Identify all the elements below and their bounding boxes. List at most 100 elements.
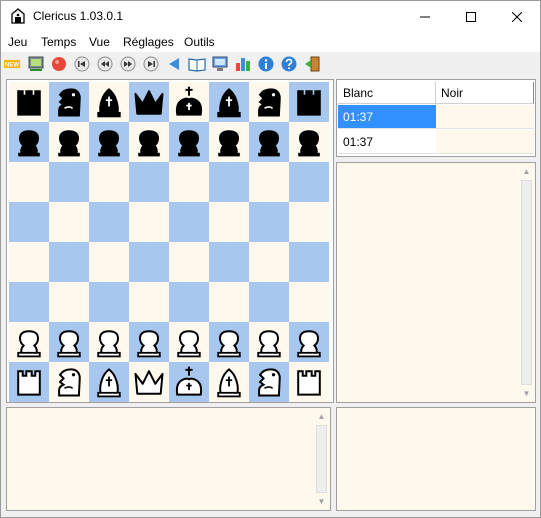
square-b2[interactable] bbox=[49, 322, 89, 362]
square-f8[interactable] bbox=[209, 82, 249, 122]
square-h1[interactable] bbox=[289, 362, 329, 402]
white-pawn-icon[interactable] bbox=[91, 324, 127, 360]
black-bishop-icon[interactable] bbox=[91, 84, 127, 120]
previous-move-button[interactable] bbox=[96, 55, 114, 73]
black-pawn-icon[interactable] bbox=[11, 124, 47, 160]
new-game-button[interactable]: NEW bbox=[3, 55, 21, 73]
stop-button[interactable] bbox=[50, 55, 68, 73]
square-e1[interactable] bbox=[169, 362, 209, 402]
menu-vue[interactable]: Vue bbox=[89, 35, 110, 49]
square-c6[interactable] bbox=[89, 162, 129, 202]
white-knight-icon[interactable] bbox=[251, 364, 287, 400]
square-e7[interactable] bbox=[169, 122, 209, 162]
white-pawn-icon[interactable] bbox=[251, 324, 287, 360]
scroll-down-arrow-icon[interactable]: ▼ bbox=[317, 497, 326, 506]
square-e4[interactable] bbox=[169, 242, 209, 282]
square-f6[interactable] bbox=[209, 162, 249, 202]
white-knight-icon[interactable] bbox=[51, 364, 87, 400]
square-f1[interactable] bbox=[209, 362, 249, 402]
black-pawn-icon[interactable] bbox=[91, 124, 127, 160]
switch-sides-button[interactable] bbox=[27, 55, 45, 73]
opening-book-button[interactable] bbox=[188, 55, 206, 73]
square-d8[interactable] bbox=[129, 82, 169, 122]
square-g7[interactable] bbox=[249, 122, 289, 162]
square-h2[interactable] bbox=[289, 322, 329, 362]
square-c2[interactable] bbox=[89, 322, 129, 362]
black-bishop-icon[interactable] bbox=[211, 84, 247, 120]
black-king-icon[interactable] bbox=[171, 84, 207, 120]
white-pawn-icon[interactable] bbox=[211, 324, 247, 360]
square-e6[interactable] bbox=[169, 162, 209, 202]
black-pawn-icon[interactable] bbox=[171, 124, 207, 160]
black-knight-icon[interactable] bbox=[251, 84, 287, 120]
help-button[interactable] bbox=[280, 55, 298, 73]
white-bishop-icon[interactable] bbox=[91, 364, 127, 400]
square-c1[interactable] bbox=[89, 362, 129, 402]
info-button[interactable] bbox=[257, 55, 275, 73]
square-b3[interactable] bbox=[49, 282, 89, 322]
square-g8[interactable] bbox=[249, 82, 289, 122]
clock-white-row-2[interactable]: 01:37 bbox=[338, 130, 436, 154]
square-d6[interactable] bbox=[129, 162, 169, 202]
scroll-up-arrow-icon[interactable]: ▲ bbox=[522, 167, 531, 176]
clock-black-row-1[interactable] bbox=[436, 105, 534, 129]
square-a3[interactable] bbox=[9, 282, 49, 322]
square-h7[interactable] bbox=[289, 122, 329, 162]
square-a8[interactable] bbox=[9, 82, 49, 122]
take-back-button[interactable] bbox=[165, 55, 183, 73]
square-h5[interactable] bbox=[289, 202, 329, 242]
info-panel[interactable] bbox=[336, 407, 536, 511]
square-a2[interactable] bbox=[9, 322, 49, 362]
analysis-panel[interactable]: ▲ ▼ bbox=[6, 407, 331, 511]
white-pawn-icon[interactable] bbox=[11, 324, 47, 360]
statistics-button[interactable] bbox=[234, 55, 252, 73]
square-h6[interactable] bbox=[289, 162, 329, 202]
white-queen-icon[interactable] bbox=[131, 364, 167, 400]
square-e8[interactable] bbox=[169, 82, 209, 122]
exit-button[interactable] bbox=[303, 55, 321, 73]
square-e3[interactable] bbox=[169, 282, 209, 322]
square-d5[interactable] bbox=[129, 202, 169, 242]
white-pawn-icon[interactable] bbox=[131, 324, 167, 360]
first-move-button[interactable] bbox=[73, 55, 91, 73]
black-pawn-icon[interactable] bbox=[291, 124, 327, 160]
square-f4[interactable] bbox=[209, 242, 249, 282]
white-bishop-icon[interactable] bbox=[211, 364, 247, 400]
square-b5[interactable] bbox=[49, 202, 89, 242]
square-f5[interactable] bbox=[209, 202, 249, 242]
square-f3[interactable] bbox=[209, 282, 249, 322]
square-g3[interactable] bbox=[249, 282, 289, 322]
square-a7[interactable] bbox=[9, 122, 49, 162]
square-a4[interactable] bbox=[9, 242, 49, 282]
black-pawn-icon[interactable] bbox=[131, 124, 167, 160]
black-knight-icon[interactable] bbox=[51, 84, 87, 120]
white-pawn-icon[interactable] bbox=[291, 324, 327, 360]
maximize-button[interactable] bbox=[448, 1, 494, 32]
black-rook-icon[interactable] bbox=[291, 84, 327, 120]
black-pawn-icon[interactable] bbox=[251, 124, 287, 160]
square-h4[interactable] bbox=[289, 242, 329, 282]
next-move-button[interactable] bbox=[119, 55, 137, 73]
black-queen-icon[interactable] bbox=[131, 84, 167, 120]
square-g6[interactable] bbox=[249, 162, 289, 202]
scroll-up-arrow-icon[interactable]: ▲ bbox=[317, 412, 326, 421]
column-header-noir[interactable]: Noir bbox=[436, 82, 534, 104]
column-header-blanc[interactable]: Blanc bbox=[338, 82, 436, 104]
white-pawn-icon[interactable] bbox=[171, 324, 207, 360]
square-c5[interactable] bbox=[89, 202, 129, 242]
square-b7[interactable] bbox=[49, 122, 89, 162]
square-a5[interactable] bbox=[9, 202, 49, 242]
square-b6[interactable] bbox=[49, 162, 89, 202]
square-a1[interactable] bbox=[9, 362, 49, 402]
scroll-thumb[interactable] bbox=[521, 180, 532, 385]
square-c3[interactable] bbox=[89, 282, 129, 322]
square-h8[interactable] bbox=[289, 82, 329, 122]
white-pawn-icon[interactable] bbox=[51, 324, 87, 360]
square-f7[interactable] bbox=[209, 122, 249, 162]
square-e5[interactable] bbox=[169, 202, 209, 242]
scroll-down-arrow-icon[interactable]: ▼ bbox=[522, 389, 531, 398]
square-d7[interactable] bbox=[129, 122, 169, 162]
square-c7[interactable] bbox=[89, 122, 129, 162]
square-d1[interactable] bbox=[129, 362, 169, 402]
black-pawn-icon[interactable] bbox=[51, 124, 87, 160]
